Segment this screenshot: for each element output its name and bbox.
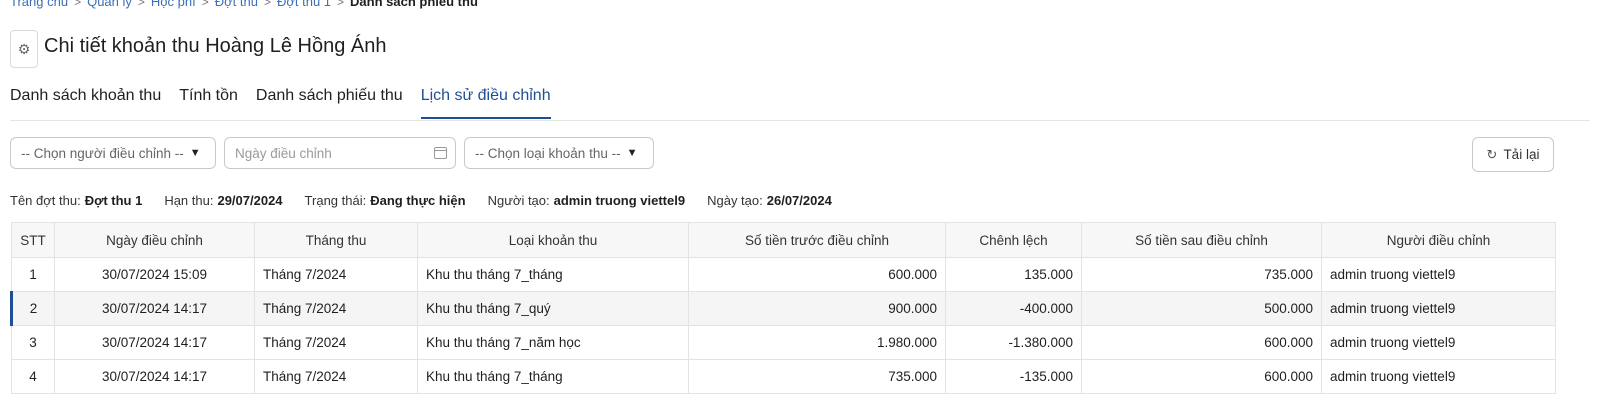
fee-type-select[interactable]: -- Chọn loại khoản thu -- ▼	[464, 137, 654, 169]
table-row[interactable]: 2 30/07/2024 14:17 Tháng 7/2024 Khu thu …	[10, 291, 1556, 326]
table-cell: 600.000	[1081, 359, 1322, 394]
table-cell: 2	[10, 291, 55, 326]
adjuster-select[interactable]: -- Chọn người điều chỉnh -- ▼	[10, 137, 216, 169]
breadcrumb-item-periods[interactable]: Đợt thu	[215, 0, 258, 9]
table-cell: Tháng 7/2024	[254, 257, 418, 292]
table-cell: 135.000	[945, 257, 1082, 292]
fee-type-select-value: -- Chọn loại khoản thu --	[475, 145, 621, 161]
breadcrumb: Trang chủ > Quản lý > Học phí > Đợt thu …	[10, 0, 478, 9]
chevron-down-icon: ▼	[189, 147, 201, 159]
tab-fee-list[interactable]: Danh sách khoản thu	[10, 84, 161, 116]
breadcrumb-item-tuition[interactable]: Học phí	[151, 0, 196, 9]
table-cell: 3	[11, 325, 55, 360]
creator-info: Người tạo: admin truong viettel9	[487, 193, 686, 208]
chevron-down-icon: ▼	[626, 147, 638, 159]
column-header: Người điều chỉnh	[1321, 222, 1556, 258]
gear-icon: ⚙	[17, 40, 31, 57]
column-header: Loại khoản thu	[417, 222, 689, 258]
adjustment-date-input[interactable]: Ngày điều chỉnh	[224, 137, 456, 169]
table-cell: admin truong viettel9	[1321, 359, 1556, 394]
column-header: STT	[11, 222, 55, 258]
breadcrumb-item-home[interactable]: Trang chủ	[10, 0, 68, 9]
table-cell: Khu thu tháng 7_năm học	[417, 325, 689, 360]
table-cell: 900.000	[688, 291, 946, 326]
created-date-info: Ngày tạo: 26/07/2024	[707, 193, 832, 208]
adjustment-history-table: STT Ngày điều chỉnh Tháng thu Loại khoản…	[10, 222, 1556, 394]
period-info: Tên đợt thu: Đợt thu 1 Hạn thu: 29/07/2024…	[10, 193, 832, 208]
tab-adjustment-history[interactable]: Lịch sử điều chỉnh	[420, 84, 551, 119]
filter-bar: -- Chọn người điều chỉnh -- ▼ Ngày điều …	[10, 137, 654, 169]
calendar-icon[interactable]	[434, 147, 447, 159]
table-cell: admin truong viettel9	[1321, 325, 1556, 360]
tab-balance[interactable]: Tính tồn	[179, 84, 238, 116]
table-cell: 600.000	[688, 257, 946, 292]
adjustment-date-placeholder: Ngày điều chỉnh	[235, 145, 332, 161]
period-name-info: Tên đợt thu: Đợt thu 1	[10, 193, 143, 208]
table-cell: Tháng 7/2024	[254, 325, 418, 360]
table-cell: 30/07/2024 14:17	[54, 325, 255, 360]
chevron-right-icon: >	[137, 0, 145, 9]
chevron-right-icon: >	[263, 0, 271, 9]
table-cell: 735.000	[1081, 257, 1322, 292]
column-header: Chênh lệch	[945, 222, 1082, 258]
table-cell: Khu thu tháng 7_tháng	[417, 257, 689, 292]
table-row[interactable]: 1 30/07/2024 15:09 Tháng 7/2024 Khu thu …	[11, 257, 1556, 292]
column-header: Ngày điều chỉnh	[54, 222, 255, 258]
column-header: Tháng thu	[254, 222, 418, 258]
table-header-row: STT Ngày điều chỉnh Tháng thu Loại khoản…	[11, 222, 1556, 258]
table-cell: 1.980.000	[688, 325, 946, 360]
tab-receipt-list[interactable]: Danh sách phiếu thu	[256, 84, 403, 116]
table-cell: 30/07/2024 14:17	[54, 291, 255, 326]
table-cell: 4	[11, 359, 55, 394]
adjuster-select-value: -- Chọn người điều chỉnh --	[21, 145, 184, 161]
chevron-right-icon: >	[74, 0, 82, 9]
table-cell: 1	[11, 257, 55, 292]
status-info: Trạng thái: Đang thực hiện	[304, 193, 466, 208]
tab-bar: Danh sách khoản thu Tính tồn Danh sách p…	[10, 84, 1590, 121]
table-cell: -400.000	[945, 291, 1082, 326]
refresh-icon: ↻	[1486, 146, 1498, 162]
table-cell: 500.000	[1081, 291, 1322, 326]
table-cell: 30/07/2024 15:09	[54, 257, 255, 292]
table-cell: Khu thu tháng 7_tháng	[417, 359, 689, 394]
chevron-right-icon: >	[201, 0, 209, 9]
page-title: Chi tiết khoản thu Hoàng Lê Hồng Ánh	[44, 34, 387, 57]
table-cell: 735.000	[688, 359, 946, 394]
table-cell: Khu thu tháng 7_quý	[417, 291, 689, 326]
chevron-right-icon: >	[337, 0, 345, 9]
breadcrumb-item-manage[interactable]: Quản lý	[87, 0, 132, 9]
table-cell: admin truong viettel9	[1321, 257, 1556, 292]
breadcrumb-current: Danh sách phiếu thu	[350, 0, 478, 9]
table-row[interactable]: 3 30/07/2024 14:17 Tháng 7/2024 Khu thu …	[11, 325, 1556, 360]
breadcrumb-item-period[interactable]: Đợt thu 1	[277, 0, 331, 9]
title-row: ⚙ Chi tiết khoản thu Hoàng Lê Hồng Ánh	[10, 30, 386, 68]
reload-button[interactable]: ↻ Tải lại	[1472, 137, 1554, 172]
table-cell: admin truong viettel9	[1321, 291, 1556, 326]
settings-back-button[interactable]: ⚙	[10, 30, 38, 68]
table-cell: Tháng 7/2024	[254, 291, 418, 326]
table-cell: -135.000	[945, 359, 1082, 394]
reload-label: Tải lại	[1503, 147, 1540, 162]
table-cell: 30/07/2024 14:17	[54, 359, 255, 394]
table-cell: Tháng 7/2024	[254, 359, 418, 394]
table-row[interactable]: 4 30/07/2024 14:17 Tháng 7/2024 Khu thu …	[11, 359, 1556, 394]
table-cell: -1.380.000	[945, 325, 1082, 360]
column-header: Số tiền trước điều chỉnh	[688, 222, 946, 258]
column-header: Số tiền sau điều chỉnh	[1081, 222, 1322, 258]
table-cell: 600.000	[1081, 325, 1322, 360]
deadline-info: Hạn thu: 29/07/2024	[164, 193, 283, 208]
